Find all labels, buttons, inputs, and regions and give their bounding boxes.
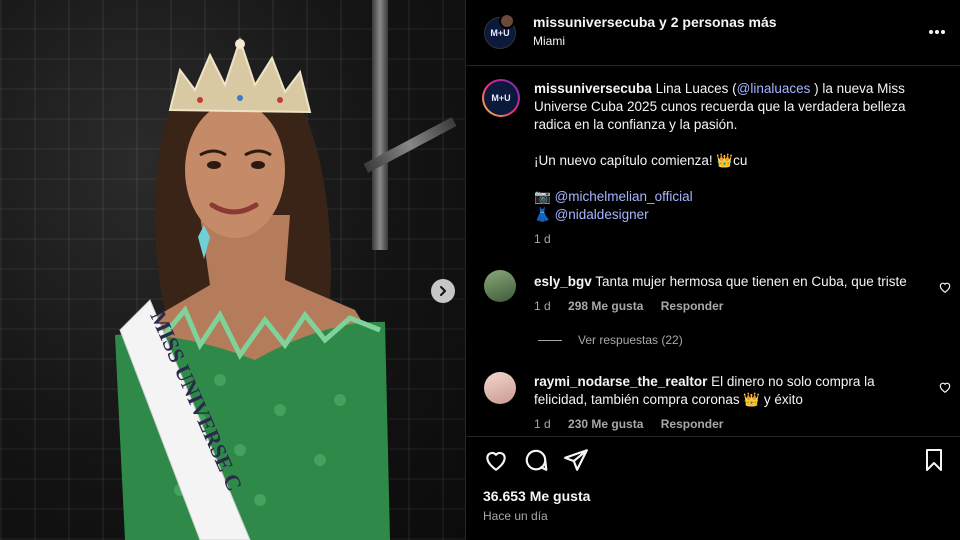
caption-line: ¡Un nuevo capítulo comienza! 👑cu xyxy=(534,153,748,168)
comment-meta: 1 d 298 Me gusta Responder xyxy=(534,299,737,313)
commenter-username[interactable]: esly_bgv xyxy=(534,274,592,289)
collaborator-avatar[interactable] xyxy=(499,13,515,29)
comment-bubble-icon[interactable] xyxy=(523,447,549,473)
caption-time[interactable]: 1 d xyxy=(534,230,944,248)
commenter-avatar[interactable] xyxy=(484,270,516,302)
replies-divider xyxy=(538,339,562,341)
like-heart-icon[interactable] xyxy=(483,447,509,473)
caption-username[interactable]: missuniversecuba xyxy=(534,81,652,96)
model-figure: MISS UNIVERSE C xyxy=(115,36,390,540)
commenter-avatar[interactable] xyxy=(484,372,516,404)
like-comment-heart-icon[interactable] xyxy=(938,380,952,394)
post-timestamp[interactable]: Hace un día xyxy=(483,509,548,523)
post-likes-count[interactable]: 36.653 Me gusta xyxy=(483,488,590,504)
commenter-username[interactable]: raymi_nodarse_the_realtor xyxy=(534,374,707,389)
next-photo-button[interactable] xyxy=(431,279,455,303)
camera-icon: 📷 xyxy=(534,189,551,204)
reply-button[interactable]: Responder xyxy=(661,417,724,431)
more-options-button[interactable] xyxy=(928,20,946,38)
post-action-bar: 36.653 Me gusta Hace un día xyxy=(466,436,960,540)
share-send-icon[interactable] xyxy=(563,447,589,473)
comment-meta: 1 d 230 Me gusta Responder xyxy=(534,417,737,431)
comment-time[interactable]: 1 d xyxy=(534,417,551,431)
post-photo[interactable]: MISS UNIVERSE C xyxy=(0,0,465,540)
comment-text: esly_bgv Tanta mujer hermosa que tienen … xyxy=(534,273,914,291)
post-details-panel: M+U missuniversecuba y 2 personas más Mi… xyxy=(465,0,960,540)
post-author-title[interactable]: missuniversecuba y 2 personas más xyxy=(533,14,777,30)
avatar-text: M+U xyxy=(490,28,510,38)
designer-mention-link[interactable]: @nidaldesigner xyxy=(555,207,649,222)
dress-icon: 👗 xyxy=(534,207,551,222)
like-comment-heart-icon[interactable] xyxy=(938,280,952,294)
view-replies-button[interactable]: Ver respuestas (22) xyxy=(538,333,683,347)
photographer-mention-link[interactable]: @michelmelian_official xyxy=(555,189,693,204)
more-horizontal-icon xyxy=(929,30,945,34)
caption-author-avatar[interactable]: M+U xyxy=(482,79,520,117)
view-replies-label: Ver respuestas (22) xyxy=(578,333,683,347)
mention-link[interactable]: @linaluaces xyxy=(737,81,811,96)
comment-likes[interactable]: 298 Me gusta xyxy=(568,299,643,313)
comment-content: Tanta mujer hermosa que tienen en Cuba, … xyxy=(591,274,907,289)
comment-text: raymi_nodarse_the_realtor El dinero no s… xyxy=(534,373,914,409)
comment-time[interactable]: 1 d xyxy=(534,299,551,313)
avatar-text: M+U xyxy=(491,93,511,103)
chevron-right-icon xyxy=(440,286,446,296)
reply-button[interactable]: Responder xyxy=(661,299,724,313)
post-location[interactable]: Miami xyxy=(533,34,565,48)
caption-text: missuniversecuba Lina Luaces (@linaluace… xyxy=(534,80,944,248)
caption-text-part: Lina Luaces ( xyxy=(651,81,737,96)
save-bookmark-icon[interactable] xyxy=(922,447,946,473)
comment-likes[interactable]: 230 Me gusta xyxy=(568,417,643,431)
post-header: M+U missuniversecuba y 2 personas más Mi… xyxy=(466,0,960,66)
